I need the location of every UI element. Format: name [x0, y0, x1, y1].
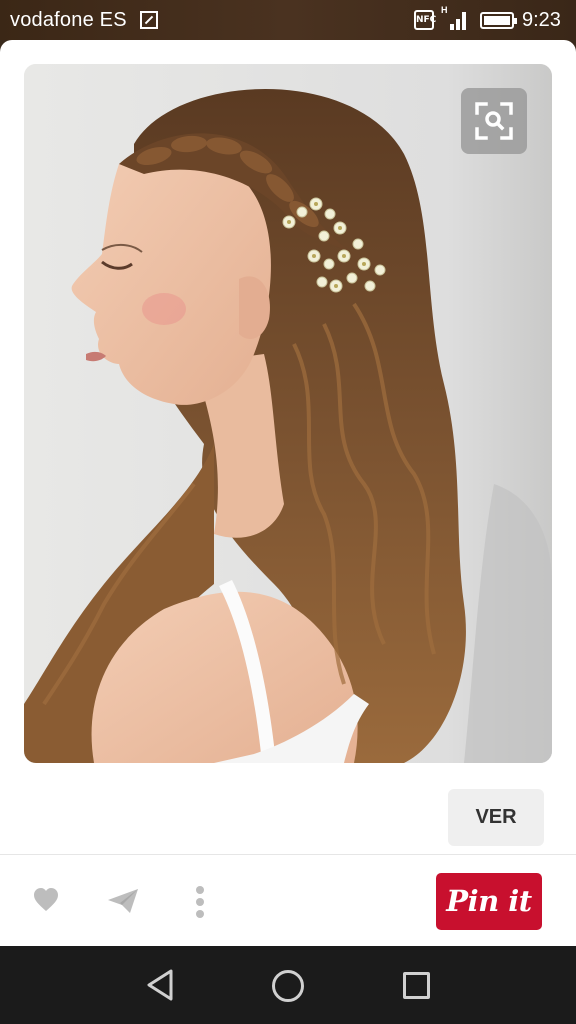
home-icon[interactable]	[272, 970, 304, 1002]
network-type-label: H	[441, 5, 448, 15]
heart-icon[interactable]	[32, 886, 60, 914]
carrier-name: vodafone ES	[10, 9, 127, 31]
send-icon[interactable]	[106, 886, 140, 916]
pin-it-label: Pin it	[446, 884, 532, 918]
recents-icon[interactable]	[403, 972, 430, 999]
battery-icon	[480, 12, 517, 29]
pin-image[interactable]	[24, 64, 552, 763]
pin-detail-sheet: VER	[0, 40, 576, 946]
more-vertical-icon[interactable]	[190, 883, 210, 919]
clock: 9:23	[522, 9, 561, 31]
bride-hairstyle-photo	[24, 64, 552, 763]
visit-button[interactable]: VER	[448, 789, 544, 846]
visual-search-icon	[475, 102, 513, 140]
back-icon[interactable]	[144, 967, 176, 1003]
status-bar: vodafone ES NFC H 9:23	[0, 0, 576, 40]
nfc-icon: NFC	[414, 10, 436, 30]
sim-icon	[140, 11, 158, 29]
visual-search-button[interactable]	[461, 88, 527, 154]
pin-it-button[interactable]: Pin it	[436, 873, 542, 930]
